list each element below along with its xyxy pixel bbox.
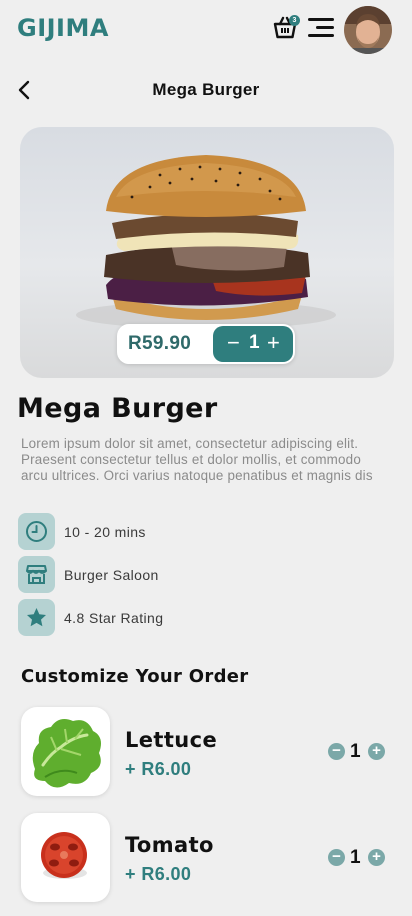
quantity-value: 1	[249, 332, 260, 353]
product-description: Lorem ipsum dolor sit amet, consectetur …	[21, 436, 373, 483]
item-price: + R6.00	[125, 864, 192, 884]
clock-icon	[26, 521, 47, 542]
delivery-time: 10 - 20 mins	[64, 524, 146, 540]
tomato-increment-button[interactable]: +	[368, 849, 385, 866]
store-icon-tile	[18, 556, 55, 593]
item-name: Tomato	[125, 833, 214, 857]
product-price: R59.90	[128, 333, 192, 354]
rating: 4.8 Star Rating	[64, 610, 164, 626]
clock-icon-tile	[18, 513, 55, 550]
avatar[interactable]	[344, 6, 392, 54]
decrement-button[interactable]: −	[227, 330, 240, 356]
lettuce-quantity: 1	[350, 741, 361, 762]
tomato-quantity: 1	[350, 847, 361, 868]
section-title: Customize Your Order	[21, 666, 249, 687]
increment-button[interactable]: +	[267, 330, 280, 356]
quantity-stepper: − 1 +	[213, 326, 293, 362]
product-title: Mega Burger	[17, 393, 218, 424]
app-logo[interactable]: GIJIMA	[17, 14, 109, 42]
store-icon	[26, 565, 47, 584]
star-icon	[27, 608, 46, 627]
restaurant-name: Burger Saloon	[64, 567, 159, 583]
lettuce-decrement-button[interactable]: −	[328, 743, 345, 760]
item-price: + R6.00	[125, 759, 192, 779]
page-title: Mega Burger	[152, 80, 260, 99]
lettuce-increment-button[interactable]: +	[368, 743, 385, 760]
menu-icon[interactable]	[308, 18, 334, 38]
lettuce-image	[21, 707, 110, 796]
item-name: Lettuce	[125, 728, 218, 752]
cart-count-badge: 3	[289, 15, 300, 26]
star-icon-tile	[18, 599, 55, 636]
tomato-decrement-button[interactable]: −	[328, 849, 345, 866]
tomato-image	[21, 813, 110, 902]
